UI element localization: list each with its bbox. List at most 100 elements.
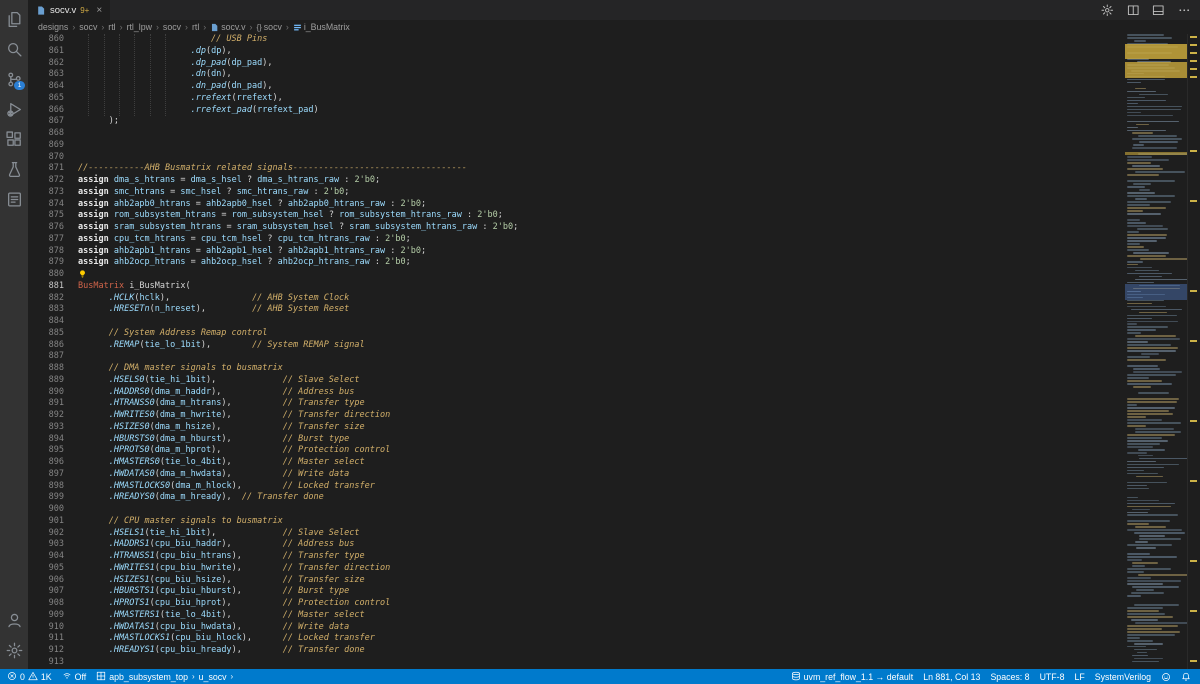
- line-number[interactable]: 902: [28, 528, 64, 540]
- code-line[interactable]: .HCLK(hclk), // AHB System Clock: [78, 293, 1125, 305]
- code-line[interactable]: .HREADYS1(cpu_biu_hready), // Transfer d…: [78, 645, 1125, 657]
- line-number[interactable]: 904: [28, 551, 64, 563]
- line-number[interactable]: 869: [28, 140, 64, 152]
- broadcast-status[interactable]: Off: [57, 669, 92, 684]
- code-line[interactable]: .HTRANSS1(cpu_biu_htrans), // Transfer t…: [78, 551, 1125, 563]
- extensions-icon[interactable]: [0, 124, 28, 154]
- line-number[interactable]: 872: [28, 175, 64, 187]
- gutter[interactable]: 8608618628638648658668678688698708718728…: [28, 34, 72, 669]
- line-number[interactable]: 912: [28, 645, 64, 657]
- indentation-status[interactable]: Spaces: 8: [985, 669, 1034, 684]
- code-line[interactable]: .HMASTERS1(tie_lo_4bit), // Master selec…: [78, 610, 1125, 622]
- code-line[interactable]: .HTRANSS0(dma_m_htrans), // Transfer typ…: [78, 398, 1125, 410]
- code-line[interactable]: .HSELS0(tie_hi_1bit), // Slave Select: [78, 375, 1125, 387]
- line-number[interactable]: 874: [28, 199, 64, 211]
- code-line[interactable]: [78, 504, 1125, 516]
- line-number[interactable]: 901: [28, 516, 64, 528]
- line-number[interactable]: 881: [28, 281, 64, 293]
- feedback-icon[interactable]: [1156, 669, 1176, 684]
- line-number[interactable]: 875: [28, 210, 64, 222]
- code-line[interactable]: //-----------AHB Busmatrix related signa…: [78, 163, 1125, 175]
- line-number[interactable]: 868: [28, 128, 64, 140]
- checklist-icon[interactable]: [0, 184, 28, 214]
- line-number[interactable]: 897: [28, 469, 64, 481]
- line-number[interactable]: 888: [28, 363, 64, 375]
- split-editor-icon[interactable]: [1127, 4, 1140, 17]
- code-line[interactable]: .HWRITES1(cpu_biu_hwrite), // Transfer d…: [78, 563, 1125, 575]
- code-line[interactable]: .rrefext_pad(rrefext_pad): [78, 105, 1125, 117]
- code-line[interactable]: // System Address Remap control: [78, 328, 1125, 340]
- code-line[interactable]: [78, 152, 1125, 164]
- code-line[interactable]: assign sram_subsystem_htrans = sram_subs…: [78, 222, 1125, 234]
- problems-status[interactable]: 01K: [2, 669, 57, 684]
- line-number[interactable]: 883: [28, 304, 64, 316]
- line-number[interactable]: 889: [28, 375, 64, 387]
- breadcrumb-item[interactable]: socv.v: [210, 22, 245, 32]
- line-number[interactable]: 895: [28, 445, 64, 457]
- line-number[interactable]: 892: [28, 410, 64, 422]
- code-line[interactable]: .REMAP(tie_lo_1bit), // System REMAP sig…: [78, 340, 1125, 352]
- code-line[interactable]: .dn(dn),: [78, 69, 1125, 81]
- line-number[interactable]: 871: [28, 163, 64, 175]
- line-number[interactable]: 882: [28, 293, 64, 305]
- code-line[interactable]: assign rom_subsystem_htrans = rom_subsys…: [78, 210, 1125, 222]
- code-line[interactable]: assign smc_htrans = smc_hsel ? smc_htran…: [78, 187, 1125, 199]
- account-icon[interactable]: [0, 605, 28, 635]
- line-number[interactable]: 911: [28, 633, 64, 645]
- code-line[interactable]: assign ahb2apb0_htrans = ahb2apb0_hsel ?…: [78, 199, 1125, 211]
- line-number[interactable]: 885: [28, 328, 64, 340]
- line-number[interactable]: 906: [28, 575, 64, 587]
- code-line[interactable]: .HREADYS0(dma_m_hready), // Transfer don…: [78, 492, 1125, 504]
- code-line[interactable]: // DMA master signals to busmatrix: [78, 363, 1125, 375]
- code-line[interactable]: .HADDRS1(cpu_biu_haddr), // Address bus: [78, 539, 1125, 551]
- breadcrumb-item[interactable]: rtl_lpw: [127, 22, 152, 32]
- line-number[interactable]: 891: [28, 398, 64, 410]
- code-line[interactable]: .dp(dp),: [78, 46, 1125, 58]
- line-number[interactable]: 900: [28, 504, 64, 516]
- line-number[interactable]: 873: [28, 187, 64, 199]
- profile-status[interactable]: uvm_ref_flow_1.1 → default: [786, 669, 919, 684]
- line-number[interactable]: 905: [28, 563, 64, 575]
- line-number[interactable]: 903: [28, 539, 64, 551]
- breadcrumb-item[interactable]: rtl: [108, 22, 115, 32]
- cursor-position-status[interactable]: Ln 881, Col 13: [918, 669, 985, 684]
- line-number[interactable]: 909: [28, 610, 64, 622]
- code-line[interactable]: assign dma_s_htrans = dma_s_hsel ? dma_s…: [78, 175, 1125, 187]
- code-line[interactable]: .HWRITES0(dma_m_hwrite), // Transfer dir…: [78, 410, 1125, 422]
- code-line[interactable]: .HWDATAS0(dma_m_hwdata), // Write data: [78, 469, 1125, 481]
- line-number[interactable]: 865: [28, 93, 64, 105]
- code-line[interactable]: .HBURSTS1(cpu_biu_hburst), // Burst type: [78, 586, 1125, 598]
- line-number[interactable]: 890: [28, 387, 64, 399]
- eol-status[interactable]: LF: [1069, 669, 1089, 684]
- code-line[interactable]: [78, 657, 1125, 669]
- code-line[interactable]: BusMatrix i_BusMatrix(: [78, 281, 1125, 293]
- code-line[interactable]: .HMASTERS0(tie_lo_4bit), // Master selec…: [78, 457, 1125, 469]
- code-line[interactable]: assign cpu_tcm_htrans = cpu_tcm_hsel ? c…: [78, 234, 1125, 246]
- line-number[interactable]: 878: [28, 246, 64, 258]
- module-hierarchy-status[interactable]: apb_subsystem_top›u_socv›: [91, 669, 239, 684]
- code-line[interactable]: [78, 128, 1125, 140]
- code-line[interactable]: .HMASTLOCKS1(cpu_biu_hlock), // Locked t…: [78, 633, 1125, 645]
- code-area[interactable]: // USB Pins .dp(dp), .dp_pad(dp_pad), .d…: [72, 34, 1125, 669]
- line-number[interactable]: 864: [28, 81, 64, 93]
- search-icon[interactable]: [0, 34, 28, 64]
- code-line[interactable]: .HRESETn(n_hreset), // AHB System Reset: [78, 304, 1125, 316]
- close-icon[interactable]: ×: [96, 5, 102, 16]
- line-number[interactable]: 862: [28, 58, 64, 70]
- line-number[interactable]: 876: [28, 222, 64, 234]
- breadcrumb-item[interactable]: rtl: [192, 22, 199, 32]
- code-line[interactable]: .HSELS1(tie_hi_1bit), // Slave Select: [78, 528, 1125, 540]
- code-line[interactable]: .HADDRS0(dma_m_haddr), // Address bus: [78, 387, 1125, 399]
- code-line[interactable]: .HPROTS0(dma_m_hprot), // Protection con…: [78, 445, 1125, 457]
- line-number[interactable]: 899: [28, 492, 64, 504]
- minimap[interactable]: [1125, 34, 1187, 669]
- code-line[interactable]: .dn_pad(dn_pad),: [78, 81, 1125, 93]
- code-line[interactable]: // CPU master signals to busmatrix: [78, 516, 1125, 528]
- code-line[interactable]: .HMASTLOCKS0(dma_m_hlock), // Locked tra…: [78, 481, 1125, 493]
- code-line[interactable]: );: [78, 116, 1125, 128]
- testing-icon[interactable]: [0, 154, 28, 184]
- code-line[interactable]: .HSIZES1(cpu_biu_hsize), // Transfer siz…: [78, 575, 1125, 587]
- run-debug-icon[interactable]: [0, 94, 28, 124]
- breadcrumb-item[interactable]: designs: [38, 22, 68, 32]
- line-number[interactable]: 913: [28, 657, 64, 669]
